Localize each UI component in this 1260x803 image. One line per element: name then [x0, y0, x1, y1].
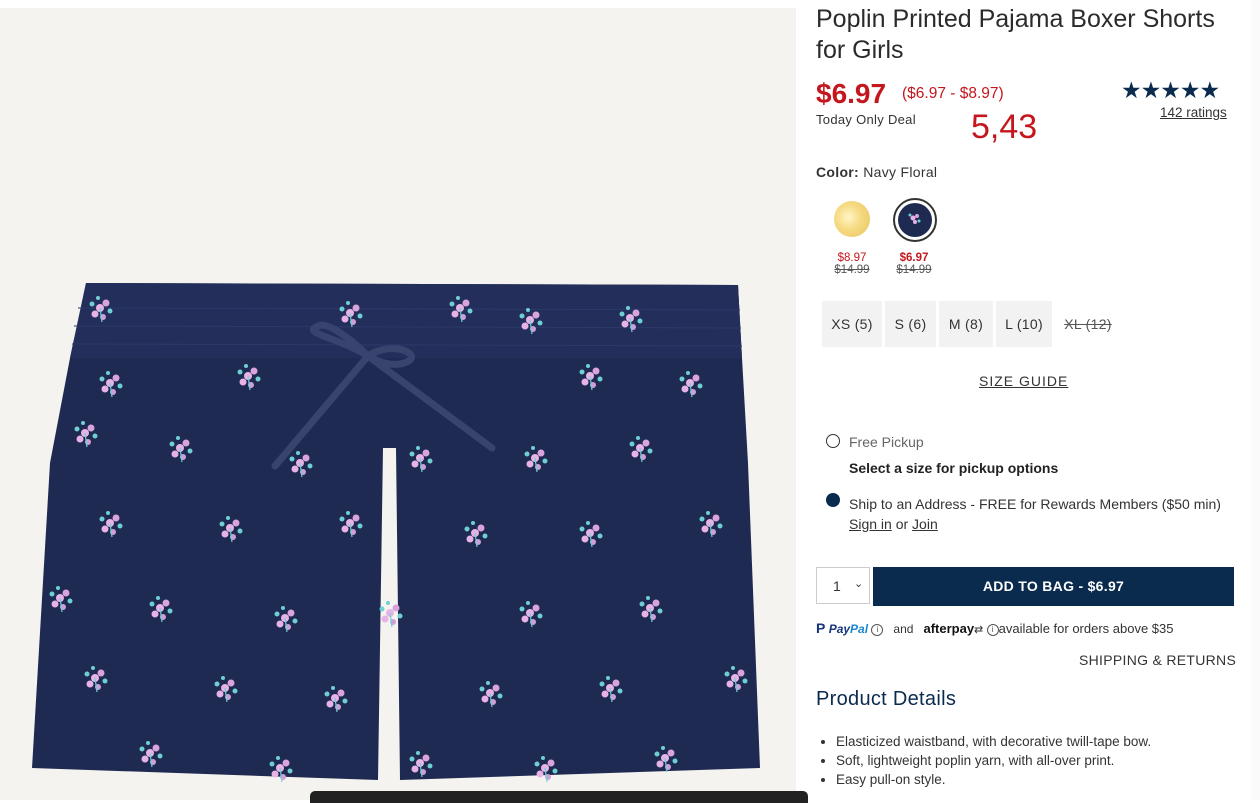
list-item: Elasticized waistband, with decorative t…	[836, 732, 1151, 751]
chevron-down-icon: ⌄	[854, 578, 864, 590]
pickup-label: Free Pickup	[849, 434, 924, 450]
deal-label: Today Only Deal	[816, 112, 916, 127]
size-m-button[interactable]: M (8)	[939, 301, 993, 347]
color-swatch-navy-floral[interactable]	[898, 203, 932, 237]
afterpay-logo: afterpay	[923, 621, 975, 636]
swatch-2-sale-price: $6.97	[899, 252, 929, 264]
ratings-link[interactable]: 142 ratings	[1160, 105, 1227, 120]
page-scrollbar[interactable]	[1251, 0, 1260, 800]
color-label: Color: Navy Floral	[816, 164, 937, 180]
swatch-price-1: $8.97 $14.99	[827, 252, 877, 276]
afterpay-arrow-icon: ⇄	[974, 624, 984, 636]
paypal-info-icon[interactable]: i	[871, 623, 884, 636]
quantity-value: 1	[833, 578, 841, 594]
rating-stars-icon[interactable]: ★★★★★	[1121, 78, 1220, 102]
swatch-2-original-price: $14.99	[896, 264, 932, 276]
size-s-button[interactable]: S (6)	[885, 301, 936, 347]
product-title: Poplin Printed Pajama Boxer Shorts for G…	[816, 5, 1215, 64]
size-l-button[interactable]: L (10)	[996, 301, 1052, 347]
size-xl-button-unavailable[interactable]: XL (12)	[1058, 301, 1118, 347]
afterpay-info-icon[interactable]: i	[986, 623, 999, 636]
swatch-price-2: $6.97 $14.99	[889, 252, 939, 276]
price-range: ($6.97 - $8.97)	[902, 85, 1004, 102]
floral-swatch-icon	[908, 213, 921, 224]
product-details-list: Elasticized waistband, with decorative t…	[820, 732, 1151, 789]
pickup-sublabel: Select a size for pickup options	[849, 460, 1059, 476]
or-text: or	[895, 516, 909, 532]
paypal-wordmark: PayPal	[829, 622, 868, 636]
payment-options: P PayPal i and afterpay⇄ i available for …	[816, 620, 1174, 636]
color-swatch-yellow[interactable]	[834, 201, 870, 237]
pickup-radio[interactable]	[826, 434, 840, 448]
color-selected-name: Navy Floral	[863, 164, 938, 180]
swatch-1-sale-price: $8.97	[837, 252, 867, 264]
quantity-select[interactable]: 1 ⌄	[816, 567, 870, 604]
ship-radio[interactable]	[826, 493, 840, 507]
size-guide-link[interactable]: SIZE GUIDE	[979, 373, 1068, 389]
image-scrollbar[interactable]	[310, 791, 808, 803]
color-label-title: Color:	[816, 164, 860, 180]
paypal-pay: Pay	[828, 622, 851, 636]
and-text: and	[893, 622, 914, 636]
afterpay-availability: available for orders above $35	[998, 621, 1174, 636]
sign-in-link[interactable]: Sign in	[849, 516, 892, 532]
ship-label: Ship to an Address - FREE for Rewards Me…	[849, 496, 1221, 512]
list-item: Soft, lightweight poplin yarn, with all-…	[836, 751, 1151, 770]
shorts-illustration	[32, 283, 760, 783]
swatch-1-original-price: $14.99	[834, 264, 870, 276]
join-link[interactable]: Join	[912, 516, 938, 532]
shipping-returns-link[interactable]: SHIPPING & RETURNS	[1079, 652, 1236, 668]
sale-price: $6.97	[816, 78, 887, 109]
product-details-heading: Product Details	[816, 688, 957, 710]
add-to-bag-button[interactable]: ADD TO BAG - $6.97	[873, 567, 1234, 606]
paypal-pal: Pal	[850, 622, 869, 636]
paypal-logo-icon: P	[816, 620, 826, 636]
list-item: Easy pull-on style.	[836, 770, 1151, 789]
overlay-price-annotation: 5,43	[971, 108, 1038, 146]
ship-option: Ship to an Address - FREE for Rewards Me…	[849, 494, 1235, 534]
size-xs-button[interactable]: XS (5)	[822, 301, 882, 347]
product-image[interactable]	[0, 8, 796, 800]
